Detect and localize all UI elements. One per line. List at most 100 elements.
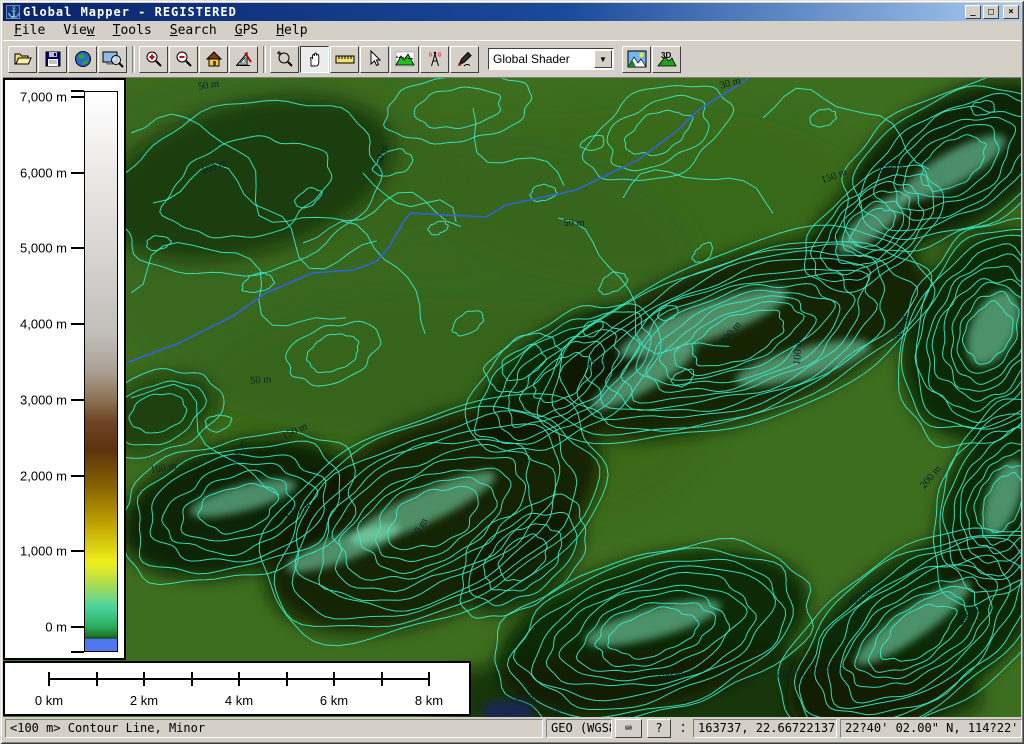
app-icon: ⚓ [6,5,20,19]
ruler-icon [335,50,355,68]
contour-label: 500 m [584,358,611,371]
contour-label: 50 m [250,374,272,387]
contour-label: 50 m [515,692,536,703]
world-data-button[interactable] [68,46,97,73]
menu-item-help[interactable]: Help [267,21,316,40]
pan-tool-button[interactable] [300,46,329,73]
picture-icon [627,50,647,68]
zoom-rect-icon [276,50,294,68]
shader-dropdown[interactable]: Global Shader ▼ [488,48,614,70]
menu-item-file[interactable]: File [5,21,54,40]
contour-label: 400 m [777,668,804,681]
minimize-button[interactable]: _ [965,5,981,19]
scale-tick [96,672,98,686]
global-mapper-window: ⚓ Global Mapper - REGISTERED _ □ × FileV… [0,0,1024,744]
status-latlon: 22?40' 02.00" N, 114?22' 17.89" E [840,719,1022,738]
scale-tick [428,672,430,686]
scale-tick [143,672,145,686]
open-file-button[interactable] [8,46,37,73]
menu-item-gps[interactable]: GPS [226,21,267,40]
measure-distance-button[interactable] [330,46,359,73]
menu-bar: FileViewToolsSearchGPSHelp [3,21,1021,41]
open-folder-icon [13,50,33,68]
set-square-pencil-icon [234,50,254,68]
legend-tick [71,96,84,98]
scale-label: 0 km [35,693,63,708]
legend-tick [71,626,84,628]
monitor-magnifier-icon [102,50,124,68]
scale-tick [333,672,335,686]
pen-icon [456,50,474,68]
zoom-out-button[interactable] [169,46,198,73]
terrain-map[interactable]: 50 m100 m50 m50 m30 m50 m150 m100 m100 m… [3,78,1021,717]
zoom-in-icon [145,50,163,68]
coordinate-spinner[interactable]: ▴ ▾ [676,719,690,738]
legend-tick [71,475,84,477]
measure-tool-button[interactable] [229,46,258,73]
elevation-gradient-bar [84,91,118,652]
legend-label: 7,000 m [20,90,67,105]
cursor-arrow-icon [367,50,383,68]
toolbar-separator [263,46,266,73]
save-button[interactable] [38,46,67,73]
hand-icon [306,50,324,68]
contour-label: 100 m [792,338,805,365]
status-bar: <100 m> Contour Line, Minor GEO (WGS84 ⌨… [3,717,1021,741]
help-button[interactable]: ? [647,719,671,738]
legend-label: 4,000 m [20,317,67,332]
elevation-legend: 7,000 m6,000 m5,000 m4,000 m3,000 m2,000… [3,78,126,660]
show-images-button[interactable] [622,46,651,73]
spinner-up-icon[interactable]: ▴ [676,721,690,728]
restore-button[interactable]: □ [983,5,999,19]
zoom-rect-button[interactable] [270,46,299,73]
toolbar: Global Shader ▼ 3D [3,41,1021,78]
window-title: Global Mapper - REGISTERED [23,5,963,19]
chevron-down-icon[interactable]: ▼ [594,50,612,68]
menu-item-search[interactable]: Search [161,21,226,40]
scale-tick [381,672,383,686]
full-view-button[interactable] [199,46,228,73]
legend-label: 3,000 m [20,392,67,407]
scale-tick [286,672,288,686]
configure-button[interactable] [98,46,127,73]
legend-tick [71,247,84,249]
home-icon [205,50,223,68]
close-button[interactable]: × [1003,5,1019,19]
scale-tick [191,672,193,686]
status-coordinates: 163737, 22.66722137 ) [693,719,837,738]
scale-tick [48,672,50,686]
legend-edge-tick [71,651,84,653]
contour-label: 20 m [550,704,571,715]
keyboard-button[interactable]: ⌨ [615,719,642,738]
scale-label: 6 km [320,693,348,708]
view-3d-icon: 3D [657,50,677,68]
gps-button[interactable] [420,46,449,73]
zoom-out-icon [175,50,193,68]
legend-tick [71,172,84,174]
scale-bar: 0 km2 km4 km6 km8 km [3,661,471,716]
legend-label: 1,000 m [20,544,67,559]
legend-label: 0 m [45,619,67,634]
scale-label: 2 km [130,693,158,708]
globe-icon [74,50,92,68]
zoom-in-button[interactable] [139,46,168,73]
toolbar-separator [132,46,135,73]
scale-tick [238,672,240,686]
floppy-disk-icon [44,50,62,68]
digitizer-button[interactable] [450,46,479,73]
legend-tick [71,399,84,401]
legend-label: 5,000 m [20,241,67,256]
contour-label: 50 m [563,218,584,229]
menu-item-tools[interactable]: Tools [104,21,161,40]
map-viewport[interactable]: 50 m100 m50 m50 m30 m50 m150 m100 m100 m… [3,78,1021,717]
spinner-down-icon[interactable]: ▾ [676,728,690,735]
status-projection: GEO (WGS84 [546,719,612,738]
svg-text:3D: 3D [661,51,671,60]
gps-antenna-icon [426,50,444,68]
title-bar[interactable]: ⚓ Global Mapper - REGISTERED _ □ × [3,3,1021,21]
path-profile-button[interactable] [390,46,419,73]
legend-label: 2,000 m [20,468,67,483]
view-3d-button[interactable]: 3D [652,46,681,73]
feature-info-button[interactable] [360,46,389,73]
menu-item-view[interactable]: View [54,21,103,40]
